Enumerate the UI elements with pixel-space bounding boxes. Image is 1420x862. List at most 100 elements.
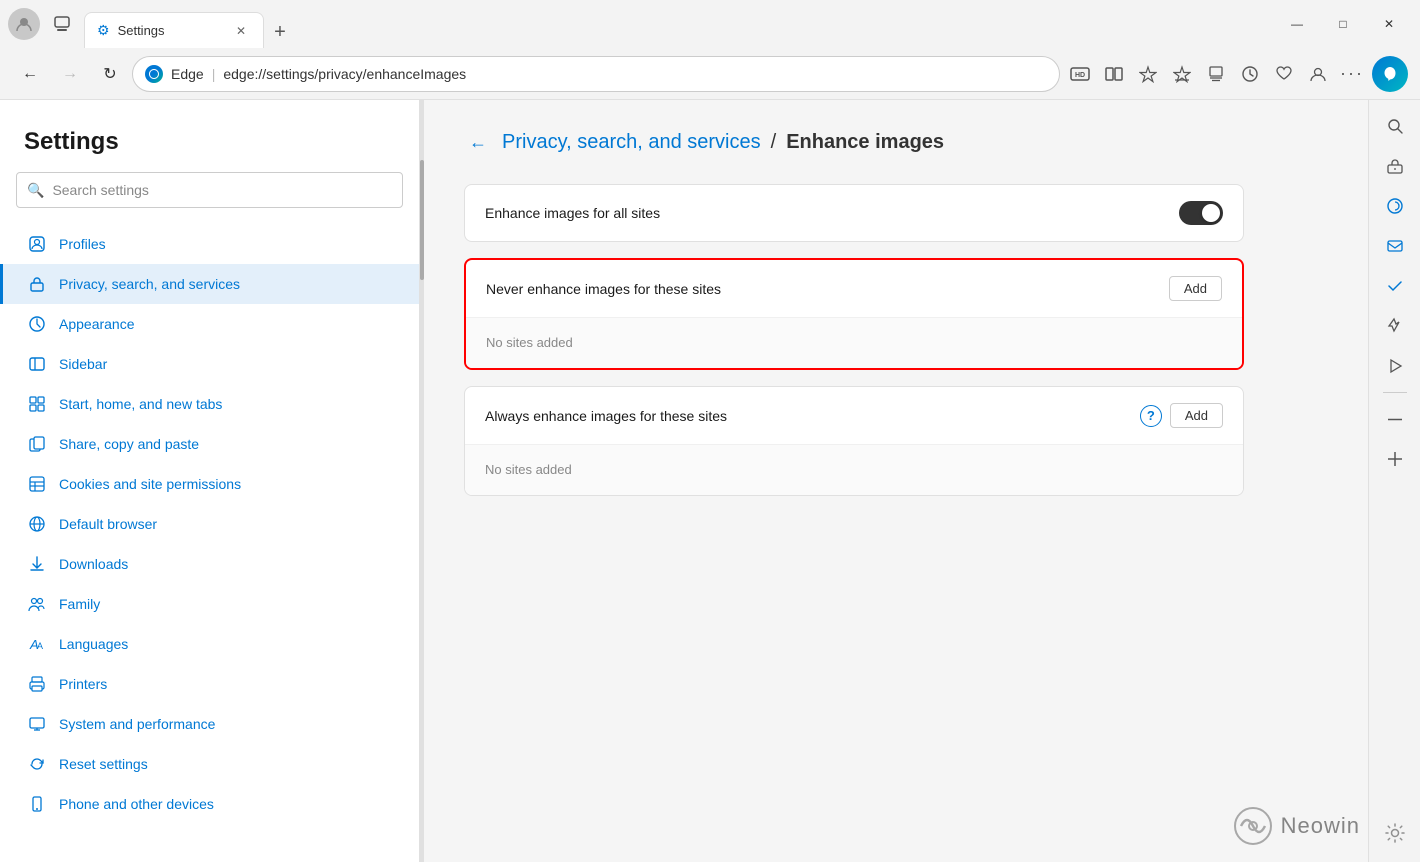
default-browser-icon: [27, 514, 47, 534]
nav-icons: HD ···: [1064, 58, 1368, 90]
title-bar: ⚙ Settings ✕ + — □ ✕: [0, 0, 1420, 48]
settings-tab[interactable]: ⚙ Settings ✕: [84, 12, 264, 48]
family-label: Family: [59, 596, 100, 612]
always-enhance-empty-text: No sites added: [485, 462, 572, 477]
more-button[interactable]: ···: [1336, 58, 1368, 90]
cookies-icon: [27, 474, 47, 494]
collections-nav-button[interactable]: [1200, 58, 1232, 90]
never-enhance-card: Never enhance images for these sites Add…: [464, 258, 1244, 370]
address-bar[interactable]: Edge | edge://settings/privacy/enhanceIm…: [132, 56, 1060, 92]
sidebar-item-printers[interactable]: Printers: [0, 664, 419, 704]
maximize-button[interactable]: □: [1320, 8, 1366, 40]
enhance-all-sites-card: Enhance images for all sites: [464, 184, 1244, 242]
downloads-icon: [27, 554, 47, 574]
sidebar-item-family[interactable]: Family: [0, 584, 419, 624]
enhance-all-toggle[interactable]: [1179, 201, 1223, 225]
edge-favicon: [145, 65, 163, 83]
sidebar-item-default-browser[interactable]: Default browser: [0, 504, 419, 544]
privacy-icon: [27, 274, 47, 294]
breadcrumb-current: Enhance images: [786, 131, 944, 154]
never-enhance-add-button[interactable]: Add: [1169, 276, 1222, 301]
start-home-label: Start, home, and new tabs: [59, 396, 222, 412]
breadcrumb-link[interactable]: Privacy, search, and services: [502, 131, 761, 154]
always-enhance-card: Always enhance images for these sites ? …: [464, 386, 1244, 496]
rp-divider: [1383, 392, 1407, 393]
enhance-all-row: Enhance images for all sites: [465, 185, 1243, 241]
help-icon[interactable]: ?: [1140, 405, 1162, 427]
sidebar-icon: [27, 354, 47, 374]
sidebar-item-privacy[interactable]: Privacy, search, and services: [0, 264, 419, 304]
favorites-bar-button[interactable]: [1166, 58, 1198, 90]
settings-gear-watermark: [1384, 822, 1406, 850]
sidebar-item-start-home[interactable]: Start, home, and new tabs: [0, 384, 419, 424]
always-enhance-add-button[interactable]: Add: [1170, 403, 1223, 428]
profiles-icon: [27, 234, 47, 254]
profile-avatar[interactable]: [8, 8, 40, 40]
history-button[interactable]: [1234, 58, 1266, 90]
address-url: edge://settings/privacy/enhanceImages: [223, 66, 466, 82]
rp-minus-button[interactable]: [1377, 401, 1413, 437]
languages-icon: AA: [27, 634, 47, 654]
breadcrumb-separator: /: [771, 131, 777, 154]
new-tab-button[interactable]: +: [264, 16, 296, 48]
sidebar-item-languages[interactable]: AA Languages: [0, 624, 419, 664]
rp-outlook-button[interactable]: [1377, 228, 1413, 264]
rp-play-button[interactable]: [1377, 348, 1413, 384]
sidebar-item-reset[interactable]: Reset settings: [0, 744, 419, 784]
immersive-reader-button[interactable]: [1098, 58, 1130, 90]
tab-close-button[interactable]: ✕: [231, 21, 251, 41]
likes-button[interactable]: [1268, 58, 1300, 90]
window-controls: — □ ✕: [1274, 8, 1412, 40]
rp-toolbox-button[interactable]: [1377, 148, 1413, 184]
system-label: System and performance: [59, 716, 215, 732]
enhance-all-label: Enhance images for all sites: [485, 205, 1179, 221]
always-enhance-sites-area: No sites added: [465, 445, 1243, 495]
start-home-icon: [27, 394, 47, 414]
sidebar-item-profiles[interactable]: Profiles: [0, 224, 419, 264]
family-icon: [27, 594, 47, 614]
collections-button[interactable]: [46, 8, 78, 40]
tab-settings-icon: ⚙: [97, 22, 110, 39]
cookies-label: Cookies and site permissions: [59, 476, 241, 492]
address-separator: |: [212, 66, 216, 82]
system-icon: [27, 714, 47, 734]
printers-label: Printers: [59, 676, 107, 692]
sidebar-item-downloads[interactable]: Downloads: [0, 544, 419, 584]
close-button[interactable]: ✕: [1366, 8, 1412, 40]
tab-settings-title: Settings: [118, 23, 223, 38]
minimize-button[interactable]: —: [1274, 8, 1320, 40]
rp-search-button[interactable]: [1377, 108, 1413, 144]
sidebar-item-share-copy[interactable]: Share, copy and paste: [0, 424, 419, 464]
rp-edge-button[interactable]: [1377, 188, 1413, 224]
copilot-button[interactable]: [1372, 56, 1408, 92]
printers-icon: [27, 674, 47, 694]
share-copy-label: Share, copy and paste: [59, 436, 199, 452]
hd-button[interactable]: HD: [1064, 58, 1096, 90]
sidebar-item-system[interactable]: System and performance: [0, 704, 419, 744]
settings-content: ← Privacy, search, and services / Enhanc…: [424, 100, 1368, 862]
never-enhance-empty-text: No sites added: [486, 335, 573, 350]
reset-icon: [27, 754, 47, 774]
never-enhance-title: Never enhance images for these sites: [486, 281, 1169, 297]
forward-button: →: [52, 56, 88, 92]
refresh-button[interactable]: ↻: [92, 56, 128, 92]
rp-tasks-button[interactable]: [1377, 268, 1413, 304]
downloads-label: Downloads: [59, 556, 128, 572]
search-settings-box[interactable]: 🔍 Search settings: [16, 172, 403, 208]
search-placeholder: Search settings: [52, 182, 149, 198]
share-copy-icon: [27, 434, 47, 454]
profile-nav-button[interactable]: [1302, 58, 1334, 90]
favorites-button[interactable]: [1132, 58, 1164, 90]
rp-nav-button[interactable]: [1377, 308, 1413, 344]
sidebar-item-appearance[interactable]: Appearance: [0, 304, 419, 344]
sidebar-item-sidebar[interactable]: Sidebar: [0, 344, 419, 384]
reset-label: Reset settings: [59, 756, 148, 772]
sidebar-item-cookies[interactable]: Cookies and site permissions: [0, 464, 419, 504]
breadcrumb-back-button[interactable]: ←: [464, 128, 492, 156]
sidebar-item-phone[interactable]: Phone and other devices: [0, 784, 419, 824]
address-edge-label: Edge: [171, 66, 204, 82]
rp-plus-button[interactable]: [1377, 441, 1413, 477]
back-button[interactable]: ←: [12, 56, 48, 92]
content-inner: ← Privacy, search, and services / Enhanc…: [424, 100, 1284, 540]
languages-label: Languages: [59, 636, 128, 652]
